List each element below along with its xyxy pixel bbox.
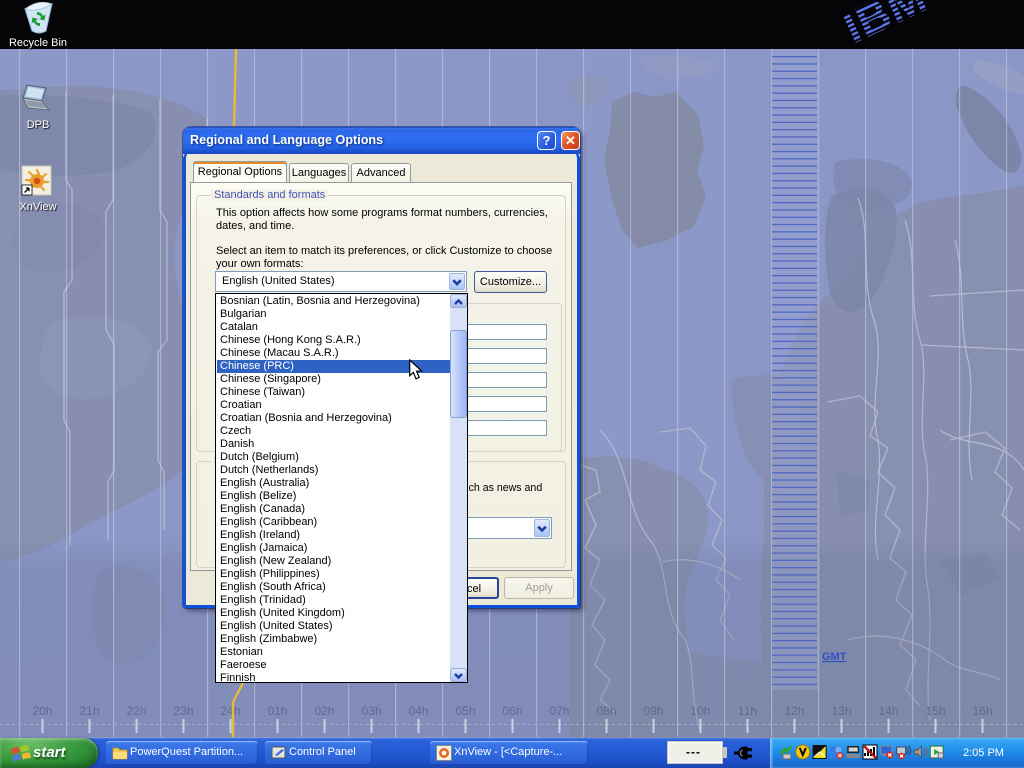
svg-text:08h: 08h [596, 704, 616, 718]
svg-text:07h: 07h [549, 704, 569, 718]
svg-text:05h: 05h [455, 704, 475, 718]
svg-text:15h: 15h [925, 704, 945, 718]
svg-text:14h: 14h [878, 704, 898, 718]
svg-text:11h: 11h [738, 704, 757, 718]
svg-text:GMT: GMT [822, 651, 847, 663]
svg-text:20h: 20h [32, 704, 52, 718]
svg-text:04h: 04h [408, 704, 428, 718]
svg-text:01h: 01h [267, 704, 287, 718]
svg-text:16h: 16h [972, 704, 992, 718]
svg-text:21h: 21h [79, 704, 99, 718]
svg-text:02h: 02h [314, 704, 334, 718]
svg-text:13h: 13h [831, 704, 851, 718]
svg-text:23h: 23h [173, 704, 193, 718]
svg-text:12h: 12h [784, 704, 804, 718]
svg-text:10h: 10h [690, 704, 710, 718]
svg-text:06h: 06h [502, 704, 522, 718]
svg-text:22h: 22h [126, 704, 146, 718]
svg-text:24h: 24h [220, 704, 240, 718]
svg-text:03h: 03h [361, 704, 381, 718]
svg-text:09h: 09h [643, 704, 663, 718]
